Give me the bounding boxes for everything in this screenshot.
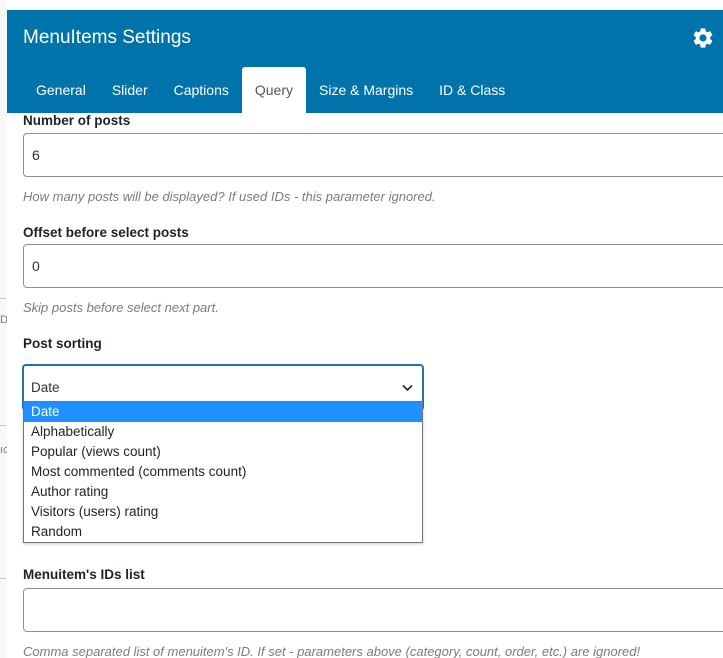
sorting-label: Post sorting: [23, 336, 102, 351]
sorting-option-visitors-rating[interactable]: Visitors (users) rating: [24, 502, 422, 522]
settings-modal: MenuItems Settings General Slider Captio…: [7, 10, 723, 658]
tab-captions[interactable]: Captions: [161, 67, 242, 113]
ids-label: Menuitem's IDs list: [23, 567, 145, 582]
page-backdrop: [0, 0, 7, 658]
chevron-down-icon: [401, 381, 414, 394]
offset-help: Skip posts before select next part.: [23, 300, 219, 315]
backdrop-divider: [0, 425, 6, 426]
offset-input[interactable]: 0: [23, 244, 723, 288]
sorting-option-date[interactable]: Date: [24, 402, 422, 422]
sorting-option-popular[interactable]: Popular (views count): [24, 442, 422, 462]
tab-bar: General Slider Captions Query Size & Mar…: [23, 67, 518, 113]
sorting-dropdown: Date Alphabetically Popular (views count…: [23, 401, 423, 543]
tab-general[interactable]: General: [23, 67, 99, 113]
ids-input[interactable]: [23, 588, 723, 632]
sorting-option-alphabetically[interactable]: Alphabetically: [24, 422, 422, 442]
tab-id-class[interactable]: ID & Class: [426, 67, 518, 113]
gear-icon[interactable]: [691, 26, 715, 50]
query-panel: Number of posts 6 How many posts will be…: [7, 113, 723, 658]
sorting-option-random[interactable]: Random: [24, 522, 422, 542]
tab-slider[interactable]: Slider: [99, 67, 161, 113]
modal-title: MenuItems Settings: [23, 27, 191, 48]
tab-size-margins[interactable]: Size & Margins: [306, 67, 426, 113]
offset-label: Offset before select posts: [23, 225, 189, 240]
backdrop-divider: [0, 298, 6, 299]
ids-help: Comma separated list of menuitem's ID. I…: [23, 644, 641, 658]
sorting-select-value: Date: [31, 380, 60, 395]
backdrop-divider: [0, 578, 6, 579]
num-posts-input[interactable]: 6: [23, 133, 723, 177]
modal-header: MenuItems Settings General Slider Captio…: [7, 10, 723, 113]
sorting-option-most-commented[interactable]: Most commented (comments count): [24, 462, 422, 482]
num-posts-label: Number of posts: [23, 113, 131, 128]
sorting-option-author-rating[interactable]: Author rating: [24, 482, 422, 502]
num-posts-help: How many posts will be displayed? If use…: [23, 189, 436, 204]
tab-query[interactable]: Query: [241, 67, 306, 113]
